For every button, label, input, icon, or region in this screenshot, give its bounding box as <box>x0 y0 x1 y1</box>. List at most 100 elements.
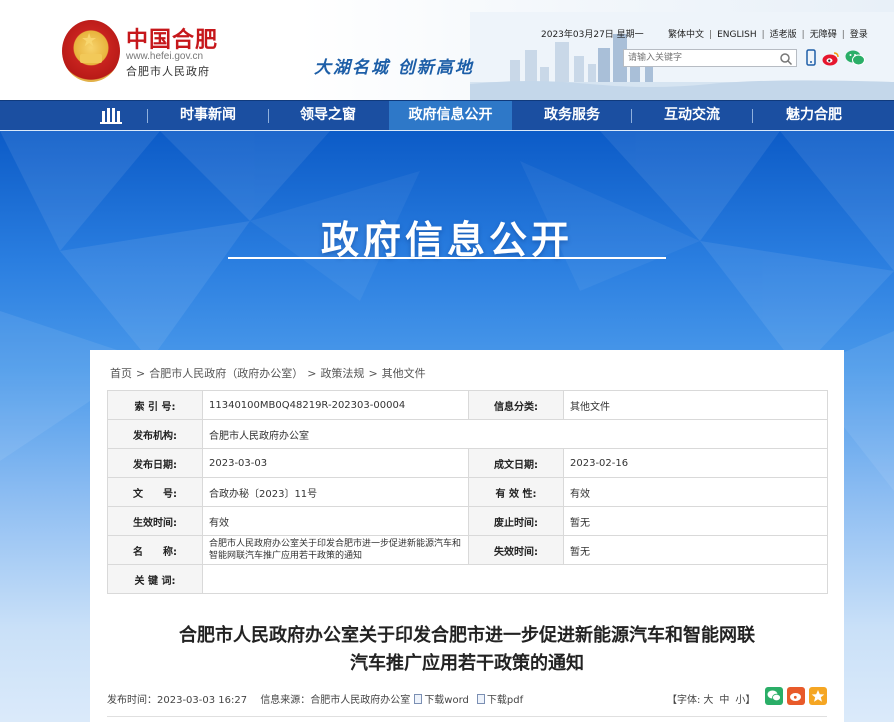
login-link[interactable]: 登录 <box>850 30 868 40</box>
table-row: 生效时间: 有效 废止时间: 暂无 <box>107 506 828 536</box>
main-nav: 时事新闻 领导之窗 政府信息公开 政务服务 互动交流 魅力合肥 <box>0 100 894 130</box>
nav-item-gov-info[interactable]: 政府信息公开 <box>389 101 512 130</box>
banner-underline <box>228 257 666 259</box>
pub-time-label: 发布时间： <box>107 695 157 706</box>
effective-label: 生效时间: <box>107 506 203 536</box>
nav-item-services[interactable]: 政务服务 <box>514 101 630 130</box>
banner-title: 政府信息公开 <box>320 218 573 262</box>
nav-separator <box>147 109 148 123</box>
nav-separator <box>268 109 269 123</box>
site-url: www.hefei.gov.cn <box>126 51 204 62</box>
validity-value: 有效 <box>563 477 828 507</box>
traditional-chinese-link[interactable]: 繁体中文 <box>668 30 704 40</box>
breadcrumb: 首页 > 合肥市人民政府（政府办公室） > 政策法规 > 其他文件 <box>110 365 426 381</box>
table-row: 索 引 号: 11340100MB0Q48219R-202303-00004 信… <box>107 390 828 420</box>
name-value: 合肥市人民政府办公室关于印发合肥市进一步促进新能源汽车和智能网联汽车推广应用若干… <box>202 535 469 565</box>
site-header: ★ 中国合肥 www.hefei.gov.cn 合肥市人民政府 大湖名城 创新高… <box>0 0 894 100</box>
table-row: 发布日期: 2023-03-03 成文日期: 2023-02-16 <box>107 448 828 478</box>
docno-label: 文 号: <box>107 477 203 507</box>
search-input[interactable] <box>628 51 774 65</box>
national-emblem-icon: ★ <box>62 20 120 82</box>
word-file-icon <box>414 694 423 704</box>
download-pdf-link[interactable]: 下载pdf <box>487 695 523 706</box>
nav-separator <box>752 109 753 123</box>
weibo-share-icon[interactable] <box>787 687 805 705</box>
site-logo-title[interactable]: 中国合肥 <box>126 22 218 54</box>
search-icon[interactable] <box>779 52 793 66</box>
font-size-label: 【字体: <box>667 695 701 706</box>
share-buttons <box>765 687 827 707</box>
wechat-share-icon[interactable] <box>765 687 783 705</box>
abolish-value: 暂无 <box>563 506 828 536</box>
site-logo-subtitle: 合肥市人民政府 <box>126 65 210 78</box>
font-size-control: 【字体: 大中小】 <box>667 691 758 706</box>
nav-item-leaders[interactable]: 领导之窗 <box>270 101 386 130</box>
social-links <box>803 48 873 68</box>
breadcrumb-home[interactable]: 首页 <box>110 367 132 380</box>
elderly-version-link[interactable]: 适老版 <box>770 30 797 40</box>
breadcrumb-policy[interactable]: 政策法规 <box>320 367 364 380</box>
search-box <box>623 49 797 67</box>
table-row: 发布机构: 合肥市人民政府办公室 <box>107 419 828 449</box>
pub-date-label: 发布日期: <box>107 448 203 478</box>
nav-item-interaction[interactable]: 互动交流 <box>633 101 751 130</box>
keyword-value <box>202 564 828 594</box>
table-row: 名 称: 合肥市人民政府办公室关于印发合肥市进一步促进新能源汽车和智能网联汽车推… <box>107 535 828 565</box>
font-medium-button[interactable]: 中 <box>719 695 729 706</box>
wechat-icon[interactable] <box>845 50 865 70</box>
english-link[interactable]: ENGLISH <box>717 30 757 40</box>
invalid-label: 失效时间: <box>468 535 564 565</box>
keyword-label: 关 键 词: <box>107 564 203 594</box>
accessibility-link[interactable]: 无障碍 <box>810 30 837 40</box>
nav-item-news[interactable]: 时事新闻 <box>150 101 266 130</box>
link-separator: | <box>841 30 845 40</box>
abolish-label: 废止时间: <box>468 506 564 536</box>
name-label: 名 称: <box>107 535 203 565</box>
nav-separator <box>631 109 632 123</box>
table-row: 关 键 词: <box>107 564 828 594</box>
create-date-value: 2023-02-16 <box>563 448 828 478</box>
publisher-label: 发布机构: <box>107 419 203 449</box>
home-icon[interactable] <box>100 106 122 125</box>
breadcrumb-separator: > <box>136 367 146 380</box>
breadcrumb-separator: > <box>368 367 378 380</box>
index-label: 索 引 号: <box>107 390 203 420</box>
breadcrumb-separator: > <box>307 367 317 380</box>
weibo-icon[interactable] <box>822 51 840 70</box>
document-info: 发布时间：2023-03-03 16:27 信息来源：合肥市人民政府办公室 下载w… <box>107 691 523 706</box>
document-meta-table: 索 引 号: 11340100MB0Q48219R-202303-00004 信… <box>107 390 828 594</box>
create-date-label: 成文日期: <box>468 448 564 478</box>
link-separator: | <box>801 30 805 40</box>
nav-item-charm[interactable]: 魅力合肥 <box>754 101 874 130</box>
current-date: 2023年03月27日 星期一 <box>541 30 644 40</box>
index-value: 11340100MB0Q48219R-202303-00004 <box>202 390 469 420</box>
docno-value: 合政办秘〔2023〕11号 <box>202 477 469 507</box>
link-separator: | <box>709 30 713 40</box>
invalid-value: 暂无 <box>563 535 828 565</box>
city-slogan: 大湖名城 创新高地 <box>314 58 474 78</box>
font-large-button[interactable]: 大 <box>703 695 713 706</box>
link-separator: | <box>761 30 765 40</box>
breadcrumb-other-docs[interactable]: 其他文件 <box>382 367 426 380</box>
pub-date-value: 2023-03-03 <box>202 448 469 478</box>
document-title: 合肥市人民政府办公室关于印发合肥市进一步促进新能源汽车和智能网联 汽车推广应用若… <box>90 622 844 678</box>
validity-label: 有 效 性: <box>468 477 564 507</box>
mobile-icon[interactable] <box>806 49 816 70</box>
font-small-button[interactable]: 小】 <box>735 695 755 706</box>
breadcrumb-gov[interactable]: 合肥市人民政府（政府办公室） <box>149 367 303 380</box>
divider <box>107 716 827 717</box>
source-label: 信息来源： <box>260 695 311 706</box>
pdf-file-icon <box>476 694 485 704</box>
table-row: 文 号: 合政办秘〔2023〕11号 有 效 性: 有效 <box>107 477 828 507</box>
download-word-link[interactable]: 下载word <box>424 695 469 706</box>
category-value: 其他文件 <box>563 390 828 420</box>
category-label: 信息分类: <box>468 390 564 420</box>
favorite-icon[interactable] <box>809 687 827 705</box>
content-panel: 首页 > 合肥市人民政府（政府办公室） > 政策法规 > 其他文件 索 引 号: 11340… <box>90 350 844 722</box>
document-title-line: 汽车推广应用若干政策的通知 <box>350 653 584 674</box>
publisher-value: 合肥市人民政府办公室 <box>202 419 828 449</box>
pub-time-value: 2023-03-03 16:27 <box>157 695 248 706</box>
source-value: 合肥市人民政府办公室 <box>310 695 411 706</box>
effective-value: 有效 <box>202 506 469 536</box>
document-title-line: 合肥市人民政府办公室关于印发合肥市进一步促进新能源汽车和智能网联 <box>179 625 755 646</box>
